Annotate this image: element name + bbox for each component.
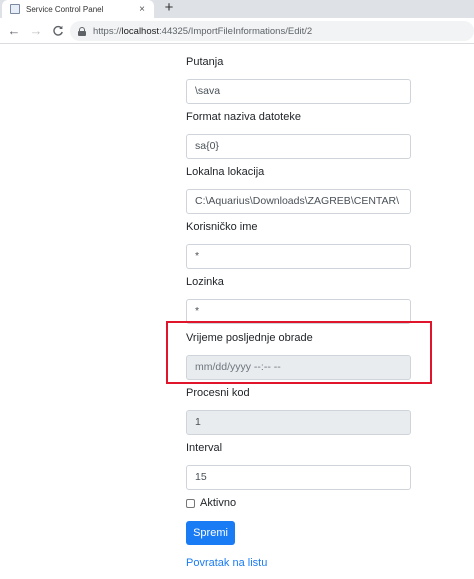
procesni-input: 1 [186, 410, 411, 435]
korisnicko-label: Korisničko ime [186, 221, 258, 233]
lokalna-group: Lokalna lokacija C:\Aquarius\Downloads\Z… [186, 165, 411, 214]
interval-input[interactable]: 15 [186, 465, 411, 490]
putanja-label: Putanja [186, 56, 224, 68]
lozinka-group: Lozinka * [186, 275, 411, 324]
format-group: Format naziva datoteke sa{0} [186, 110, 411, 159]
url-text: https://localhost:44325/ImportFileInform… [93, 25, 313, 37]
korisnicko-input[interactable]: * [186, 244, 411, 269]
close-icon[interactable]: × [136, 4, 148, 15]
new-tab-button[interactable]: + [160, 0, 178, 18]
highlight-box [166, 321, 432, 384]
putanja-group: Putanja \sava [186, 55, 411, 104]
korisnicko-group: Korisničko ime * [186, 220, 411, 269]
page-icon [10, 4, 20, 14]
lokalna-label: Lokalna lokacija [186, 166, 265, 178]
browser-toolbar: ← → https://localhost:44325/ImportFileIn… [0, 18, 474, 44]
forward-arrow-icon[interactable]: → [26, 21, 46, 41]
procesni-group: Procesni kod 1 [186, 386, 411, 435]
format-input[interactable]: sa{0} [186, 134, 411, 159]
aktivno-row: Aktivno [186, 497, 236, 509]
back-arrow-icon[interactable]: ← [4, 21, 24, 41]
format-label: Format naziva datoteke [186, 111, 301, 123]
aktivno-checkbox[interactable] [186, 498, 195, 508]
tab-title: Service Control Panel [26, 4, 104, 14]
putanja-input[interactable]: \sava [186, 79, 411, 104]
browser-tab[interactable]: Service Control Panel × [2, 0, 154, 18]
tab-strip: Service Control Panel × + [0, 0, 474, 18]
save-button[interactable]: Spremi [186, 521, 235, 545]
lock-icon [78, 26, 86, 36]
address-bar[interactable]: https://localhost:44325/ImportFileInform… [70, 21, 474, 41]
lozinka-label: Lozinka [186, 276, 224, 288]
lokalna-input[interactable]: C:\Aquarius\Downloads\ZAGREB\CENTAR\ [186, 189, 411, 214]
back-to-list-link[interactable]: Povratak na listu [186, 557, 267, 569]
procesni-label: Procesni kod [186, 387, 250, 399]
reload-icon[interactable] [48, 21, 68, 41]
aktivno-label: Aktivno [200, 497, 237, 509]
interval-label: Interval [186, 442, 223, 454]
interval-group: Interval 15 [186, 441, 411, 490]
